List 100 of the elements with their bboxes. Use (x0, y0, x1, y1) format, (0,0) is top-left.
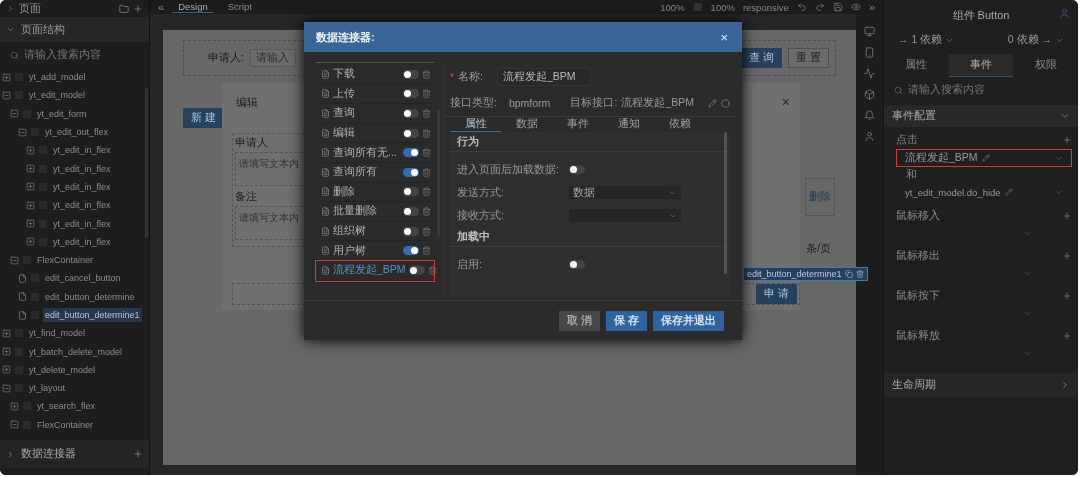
collapse-icon[interactable] (2, 90, 11, 100)
expand-icon[interactable] (2, 72, 11, 82)
toggle-switch[interactable] (403, 226, 419, 236)
tree-item[interactable]: yt_edit_model (27, 88, 88, 103)
trash-icon[interactable] (422, 89, 431, 99)
box-icon[interactable] (864, 89, 875, 100)
tree-item[interactable]: yt_edit_in_flex (51, 161, 113, 176)
add-icon[interactable] (133, 449, 143, 459)
new-button[interactable]: 新 建 (183, 108, 224, 128)
section-title[interactable]: 生命周期 (892, 378, 936, 392)
expand-button[interactable]: » (868, 1, 875, 13)
expand-icon[interactable] (26, 145, 35, 155)
expand-icon[interactable] (26, 164, 35, 174)
toggle-switch[interactable] (403, 187, 419, 197)
tree-item[interactable]: yt_layout (27, 381, 68, 396)
section-title[interactable]: 页面结构 (21, 22, 65, 37)
toggle-switch[interactable] (403, 167, 419, 177)
eye-icon[interactable] (850, 2, 861, 12)
toggle-switch[interactable] (403, 246, 419, 256)
expand-icon[interactable] (2, 328, 11, 338)
trash-icon[interactable] (422, 206, 431, 216)
copy-icon[interactable] (844, 270, 853, 278)
add-icon[interactable] (1062, 331, 1072, 341)
expand-icon[interactable] (26, 219, 35, 228)
user-icon[interactable] (1059, 8, 1070, 19)
close-button[interactable]: × (720, 29, 728, 45)
section-title[interactable]: 事件配置 (892, 109, 936, 123)
panel-tab[interactable]: 属性 (884, 54, 949, 77)
collapse-button[interactable]: « (158, 1, 165, 13)
collapse-icon[interactable] (10, 109, 19, 119)
toggle-switch[interactable] (403, 206, 419, 216)
circle-icon[interactable] (721, 98, 730, 108)
tree-item[interactable]: yt_batch_delete_model (27, 344, 125, 359)
trash-icon[interactable] (855, 270, 864, 278)
collapse-icon[interactable] (2, 383, 11, 393)
chevron-down-icon[interactable] (6, 25, 15, 34)
collapse-icon[interactable] (10, 255, 19, 265)
event-action[interactable]: 流程发起_BPM (896, 149, 1072, 167)
section-title[interactable]: 数据连接器 (21, 447, 76, 461)
add-icon[interactable] (1062, 135, 1072, 145)
expand-icon[interactable] (26, 200, 35, 210)
cancel-button[interactable]: 取 消 (559, 310, 601, 331)
query-button[interactable]: 查 询 (741, 48, 783, 68)
select-field[interactable]: 数据 (569, 186, 681, 199)
connector-item[interactable]: 组织树 (316, 221, 434, 242)
panel-tab[interactable]: 事件 (948, 54, 1014, 77)
zoom-value[interactable]: 100% (660, 1, 685, 13)
monitor-icon[interactable] (864, 26, 875, 37)
layout-mode-select[interactable]: responsive (742, 1, 789, 13)
mode-tab[interactable]: Design (172, 1, 214, 13)
trash-icon[interactable] (422, 246, 431, 256)
toggle-switch[interactable] (403, 89, 419, 99)
close-button[interactable]: × (781, 94, 790, 110)
save-icon[interactable] (832, 2, 843, 12)
expand-icon[interactable] (2, 365, 11, 375)
connector-item[interactable]: 批量删除 (316, 202, 434, 222)
phone-icon[interactable] (864, 47, 875, 58)
trash-icon[interactable] (422, 128, 431, 138)
tree-item[interactable]: yt_edit_in_flex (51, 198, 113, 213)
tree-item[interactable]: yt_edit_in_flex (51, 179, 113, 194)
trash-icon[interactable] (422, 109, 431, 118)
trash-icon[interactable] (422, 69, 431, 79)
tree-item[interactable]: edit_button_determine (43, 289, 137, 304)
select-field[interactable] (569, 209, 681, 222)
search-field[interactable]: 请输入搜索内容 (24, 48, 101, 62)
expand-icon[interactable] (2, 347, 11, 357)
save-button[interactable]: 保 存 (606, 310, 647, 331)
tree-item[interactable]: edit_cancel_button (43, 271, 123, 286)
reset-button[interactable]: 重 置 (788, 48, 829, 68)
add-icon[interactable] (1062, 211, 1072, 221)
save-exit-button[interactable]: 保存并退出 (653, 310, 724, 331)
trash-icon[interactable] (422, 167, 431, 177)
connector-item[interactable]: 下载 (316, 65, 434, 85)
user-icon[interactable] (864, 131, 875, 142)
event-action[interactable]: yt_edit_model.do_hide (896, 183, 1072, 201)
toggle-switch[interactable] (408, 265, 425, 275)
toggle-switch[interactable] (403, 128, 419, 138)
dialog-tab[interactable]: 事件 (552, 117, 603, 132)
expand-icon[interactable] (26, 237, 35, 247)
add-icon[interactable] (133, 3, 143, 14)
trash-icon[interactable] (422, 187, 431, 197)
tree-item[interactable]: yt_delete_model (27, 362, 98, 377)
connector-item[interactable]: 查询 (316, 104, 434, 124)
folder-icon[interactable] (119, 3, 129, 14)
tree-item[interactable]: yt_edit_in_flex (51, 234, 113, 249)
undo-icon[interactable] (796, 2, 807, 12)
redo-icon[interactable] (814, 2, 825, 12)
expand-icon[interactable] (26, 182, 35, 192)
chevron-right-icon[interactable] (1060, 380, 1070, 390)
expand-icon[interactable] (10, 402, 19, 411)
toggle-switch[interactable] (403, 109, 419, 118)
connector-item[interactable]: 查询所有无... (316, 143, 434, 163)
dialog-tab[interactable]: 通知 (603, 117, 654, 132)
trash-icon[interactable] (427, 265, 437, 275)
pencil-icon[interactable] (1004, 188, 1013, 196)
add-icon[interactable] (1062, 251, 1072, 261)
connector-item[interactable]: 上传 (316, 84, 434, 105)
tree-item[interactable]: yt_edit_out_flex (43, 125, 111, 140)
mode-tab[interactable]: Script (221, 1, 258, 13)
pencil-icon[interactable] (708, 98, 717, 108)
